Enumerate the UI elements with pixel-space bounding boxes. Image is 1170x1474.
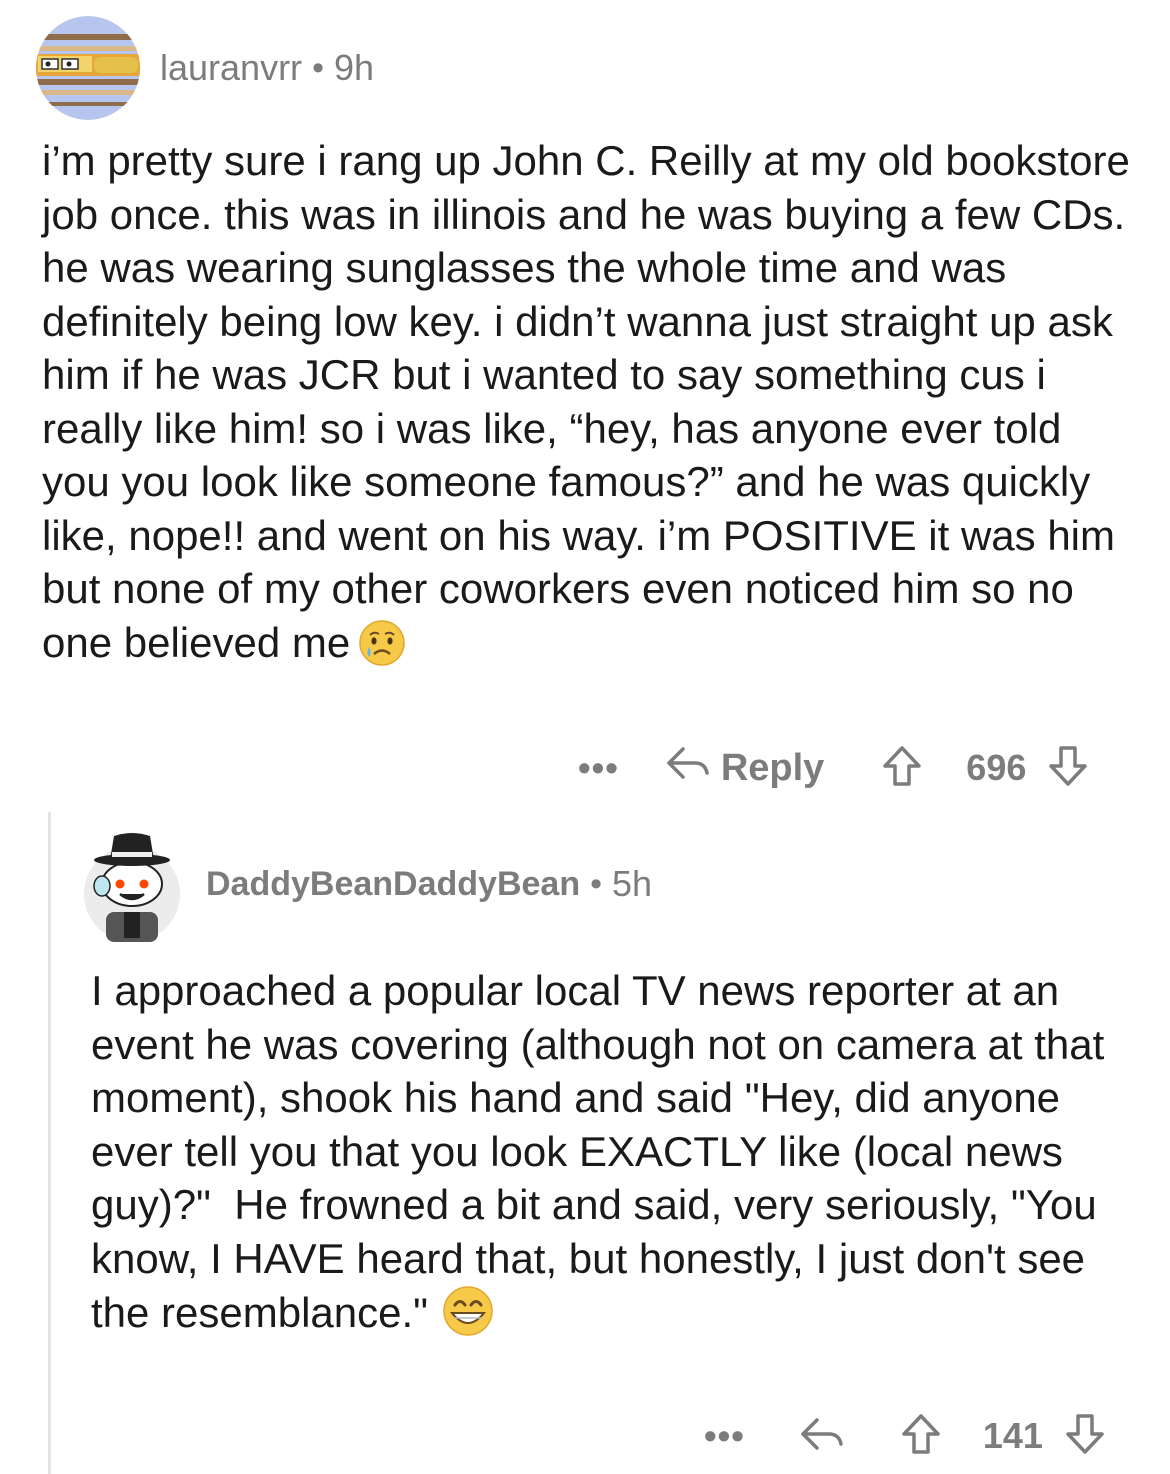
separator-dot: • bbox=[312, 48, 324, 87]
comment-action-bar: ••• 141 bbox=[704, 1406, 1105, 1466]
reply-arrow-icon bbox=[665, 745, 711, 791]
reply-arrow-icon[interactable] bbox=[799, 1416, 845, 1457]
comment-body: i’m pretty sure i rang up John C. Reilly… bbox=[42, 134, 1137, 679]
sunglasses-character-avatar-icon[interactable] bbox=[36, 16, 140, 120]
upvote-arrow-icon[interactable] bbox=[882, 745, 922, 792]
snoo-fedora-avatar-icon[interactable] bbox=[84, 826, 180, 942]
separator-dot: • bbox=[590, 864, 603, 903]
comment-action-bar: ••• Reply 696 bbox=[578, 738, 1088, 798]
crying-face-emoji bbox=[358, 619, 406, 680]
more-options-button[interactable]: ••• bbox=[704, 1418, 745, 1454]
comment-header: lauranvrr • 9h bbox=[36, 16, 374, 120]
downvote-arrow-icon[interactable] bbox=[1065, 1413, 1105, 1460]
reply-label: Reply bbox=[720, 746, 825, 789]
grinning-face-emoji bbox=[442, 1285, 494, 1350]
comment-text: I approached a popular local TV news rep… bbox=[91, 967, 1116, 1336]
comment-text: i’m pretty sure i rang up John C. Reilly… bbox=[42, 137, 1142, 666]
more-options-button[interactable]: ••• bbox=[578, 750, 619, 786]
thread-line[interactable] bbox=[48, 812, 51, 1474]
comment-body: I approached a popular local TV news rep… bbox=[91, 964, 1131, 1350]
upvote-arrow-icon[interactable] bbox=[901, 1413, 941, 1460]
username[interactable]: DaddyBeanDaddyBean bbox=[206, 865, 580, 904]
timestamp: 9h bbox=[333, 47, 375, 88]
vote-count: 696 bbox=[966, 747, 1027, 788]
vote-count: 141 bbox=[982, 1415, 1043, 1456]
downvote-arrow-icon[interactable] bbox=[1048, 745, 1088, 792]
username[interactable]: lauranvrr bbox=[160, 47, 302, 89]
timestamp: 5h bbox=[612, 863, 653, 904]
reply-button[interactable]: Reply bbox=[665, 745, 824, 791]
comment-header: DaddyBeanDaddyBean • 5h bbox=[84, 826, 652, 942]
